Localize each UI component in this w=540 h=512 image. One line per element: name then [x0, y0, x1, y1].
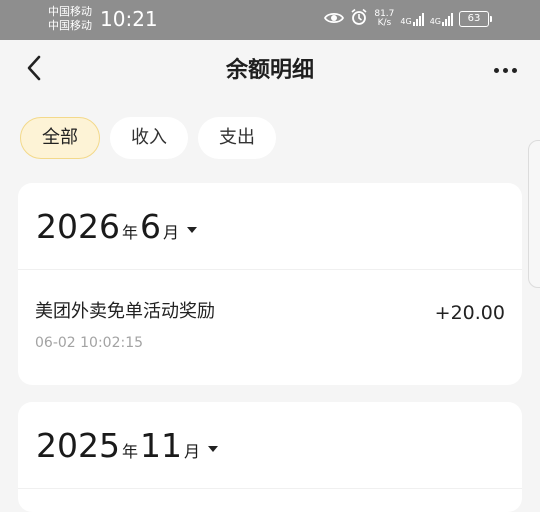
month-card: 2026 年 6 月 美团外卖免单活动奖励 06-02 10:02:15 +20…	[18, 183, 522, 385]
carrier-1: 中国移动	[48, 5, 92, 18]
month-unit: 月	[163, 223, 180, 242]
more-dots-icon	[493, 67, 499, 73]
filter-expense-chip[interactable]: 支出	[198, 117, 276, 159]
network-type-1: 4G	[400, 17, 412, 26]
month-selector[interactable]: 2026 年 6 月	[36, 207, 198, 247]
transaction-amount: +20.00	[434, 302, 505, 324]
network-type-2: 4G	[429, 17, 441, 26]
divider	[18, 269, 522, 270]
page-title: 余额明细	[225, 58, 314, 83]
month-value: 11	[140, 426, 182, 465]
month-selector[interactable]: 2025 年 11 月	[36, 426, 219, 466]
signal-icon: 4G	[400, 12, 424, 26]
year-unit: 年	[121, 223, 138, 242]
month-card: 2025 年 11 月	[18, 402, 522, 512]
carrier-labels: 中国移动 中国移动	[48, 5, 92, 33]
filter-all-chip[interactable]: 全部	[20, 117, 100, 159]
eye-icon	[324, 10, 345, 29]
battery-level: 63	[459, 11, 489, 27]
caret-down-icon	[187, 227, 198, 233]
nav-bar: 余额明细	[0, 40, 540, 100]
divider	[18, 488, 522, 489]
carrier-2: 中国移动	[48, 19, 92, 32]
year-value: 2025	[36, 426, 120, 465]
more-button[interactable]	[488, 54, 522, 86]
signal-icon-2: 4G	[430, 12, 453, 26]
battery-icon: 63	[459, 11, 492, 27]
network-speed-unit: K/s	[377, 18, 392, 28]
side-drawer-handle[interactable]	[528, 140, 540, 288]
year-unit: 年	[121, 442, 138, 461]
month-value: 6	[140, 207, 161, 246]
filter-income-chip[interactable]: 收入	[110, 117, 188, 159]
filter-tabs: 全部 收入 支出	[20, 117, 276, 159]
year-value: 2026	[36, 207, 120, 246]
network-speed: 81.7 K/s	[374, 10, 394, 28]
status-icons: 81.7 K/s 4G 4G 63	[324, 8, 492, 30]
transaction-time: 06-02 10:02:15	[35, 335, 144, 351]
transaction-title: 美团外卖免单活动奖励	[35, 301, 215, 322]
transaction-row[interactable]: 美团外卖免单活动奖励 06-02 10:02:15 +20.00	[18, 283, 522, 363]
status-time: 10:21	[100, 7, 158, 31]
alarm-icon	[350, 8, 368, 30]
status-bar: 中国移动 中国移动 10:21 81.7 K/s 4G 4G 63	[0, 0, 540, 40]
caret-down-icon	[208, 446, 219, 452]
month-unit: 月	[184, 442, 201, 461]
